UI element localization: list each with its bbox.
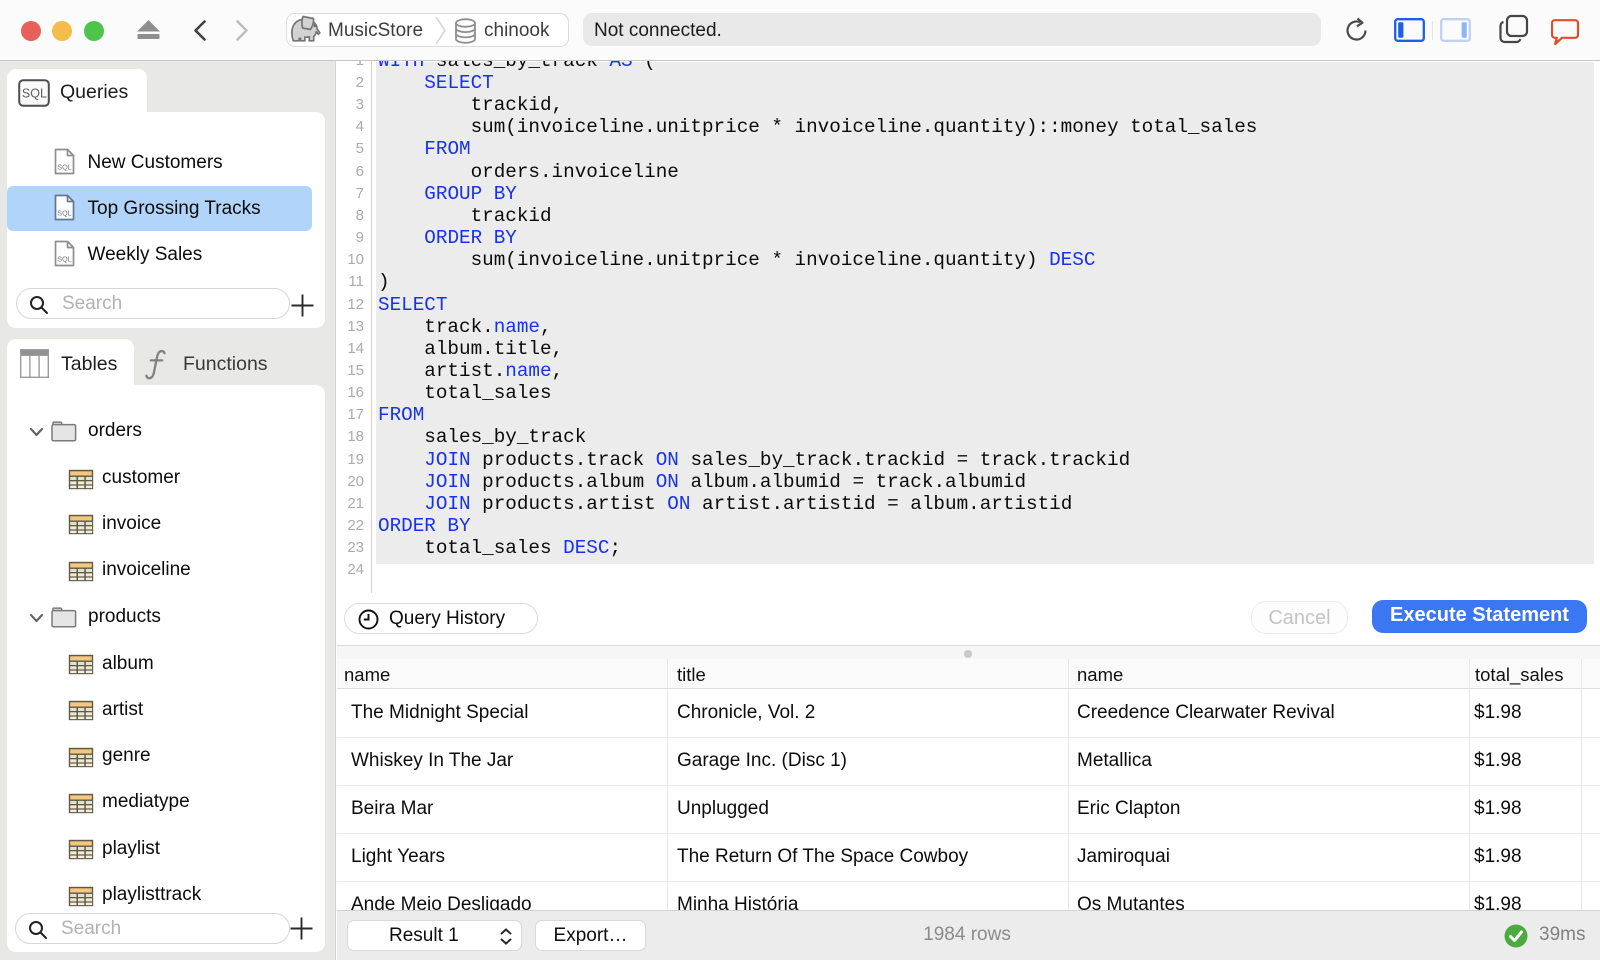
svg-text:SQL: SQL	[57, 162, 71, 171]
svg-text:SQL: SQL	[22, 87, 47, 101]
svg-text:SQL: SQL	[57, 255, 71, 264]
svg-text:SQL: SQL	[57, 209, 71, 218]
